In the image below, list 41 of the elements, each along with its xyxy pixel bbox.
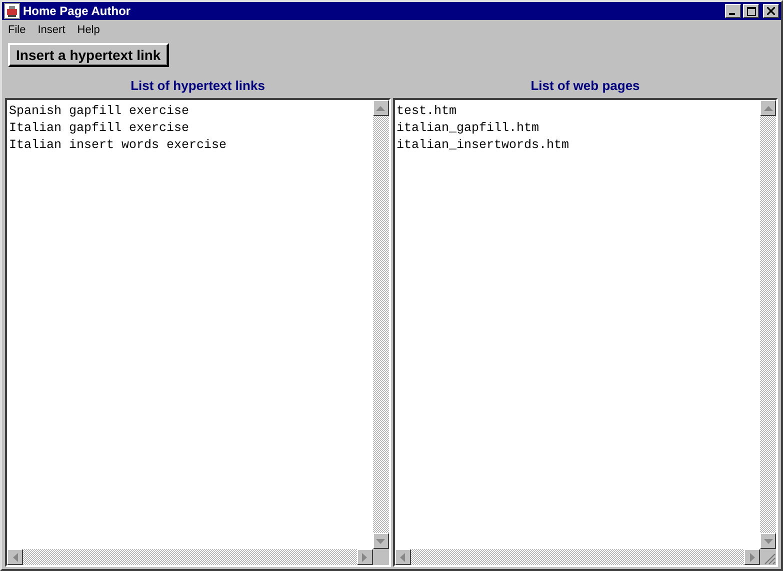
scroll-left-button[interactable]: [7, 549, 23, 565]
close-icon: [767, 7, 775, 15]
insert-link-button[interactable]: Insert a hypertext link: [8, 43, 169, 67]
window-title: Home Page Author: [23, 4, 131, 18]
list-item[interactable]: Spanish gapfill exercise: [9, 103, 370, 120]
list-item[interactable]: test.htm: [396, 103, 758, 120]
vertical-scrollbar[interactable]: [760, 100, 776, 549]
menu-item[interactable]: File: [8, 24, 26, 36]
triangle-left-icon: [400, 552, 405, 562]
scroll-up-button[interactable]: [760, 100, 776, 116]
scroll-down-button[interactable]: [372, 533, 388, 549]
triangle-right-icon: [750, 552, 754, 562]
menu-item[interactable]: Insert: [38, 24, 66, 36]
triangle-up-icon: [376, 106, 385, 110]
maximize-button[interactable]: [743, 4, 759, 18]
app-icon: [4, 3, 20, 19]
horizontal-scrollbar[interactable]: [394, 549, 760, 565]
vertical-scrollbar[interactable]: [372, 100, 388, 549]
triangle-right-icon: [362, 552, 367, 562]
scroll-up-button[interactable]: [372, 100, 388, 116]
triangle-up-icon: [764, 106, 772, 110]
close-button[interactable]: [763, 4, 779, 18]
horizontal-scrollbar[interactable]: [7, 549, 372, 565]
list-heading: List of hypertext links: [130, 78, 265, 93]
triangle-left-icon: [12, 552, 18, 562]
scrollbar-corner: [372, 549, 388, 565]
scroll-left-button[interactable]: [394, 549, 410, 565]
resize-grip-icon[interactable]: [764, 553, 776, 565]
list-item[interactable]: Italian insert words exercise: [9, 137, 370, 154]
maximize-icon: [746, 6, 756, 16]
scroll-right-button[interactable]: [356, 549, 372, 565]
triangle-down-icon: [764, 538, 772, 544]
minimize-button[interactable]: [725, 4, 741, 18]
scroll-down-button[interactable]: [760, 533, 776, 549]
list-item[interactable]: italian_gapfill.htm: [396, 120, 758, 137]
triangle-down-icon: [376, 538, 385, 544]
list-item[interactable]: Italian gapfill exercise: [9, 120, 370, 137]
list-heading: List of web pages: [530, 78, 640, 93]
menu-item[interactable]: Help: [77, 24, 100, 36]
list-item[interactable]: italian_insertwords.htm: [396, 137, 758, 154]
scroll-right-button[interactable]: [744, 549, 760, 565]
